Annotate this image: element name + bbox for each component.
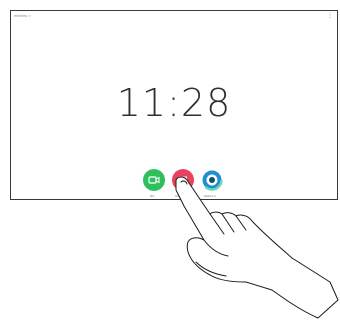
share-label: Share [175,194,184,198]
share-screen-icon [179,176,187,183]
breadcrumb[interactable]: ebbeiro > [14,13,31,18]
share-button[interactable] [172,169,194,191]
webex-logo-icon [201,169,223,191]
webex-button[interactable] [201,169,223,191]
clock-time: 11:28 [116,81,232,125]
touch-screen: ebbeiro > ⋮ 11:28 RG Share Webex 2 [10,10,338,200]
call-label: RG [150,194,155,198]
call-button[interactable] [143,169,165,191]
webex-label: Webex 2 [204,194,216,198]
video-camera-icon [148,176,160,184]
more-menu-icon[interactable]: ⋮ [327,13,333,19]
